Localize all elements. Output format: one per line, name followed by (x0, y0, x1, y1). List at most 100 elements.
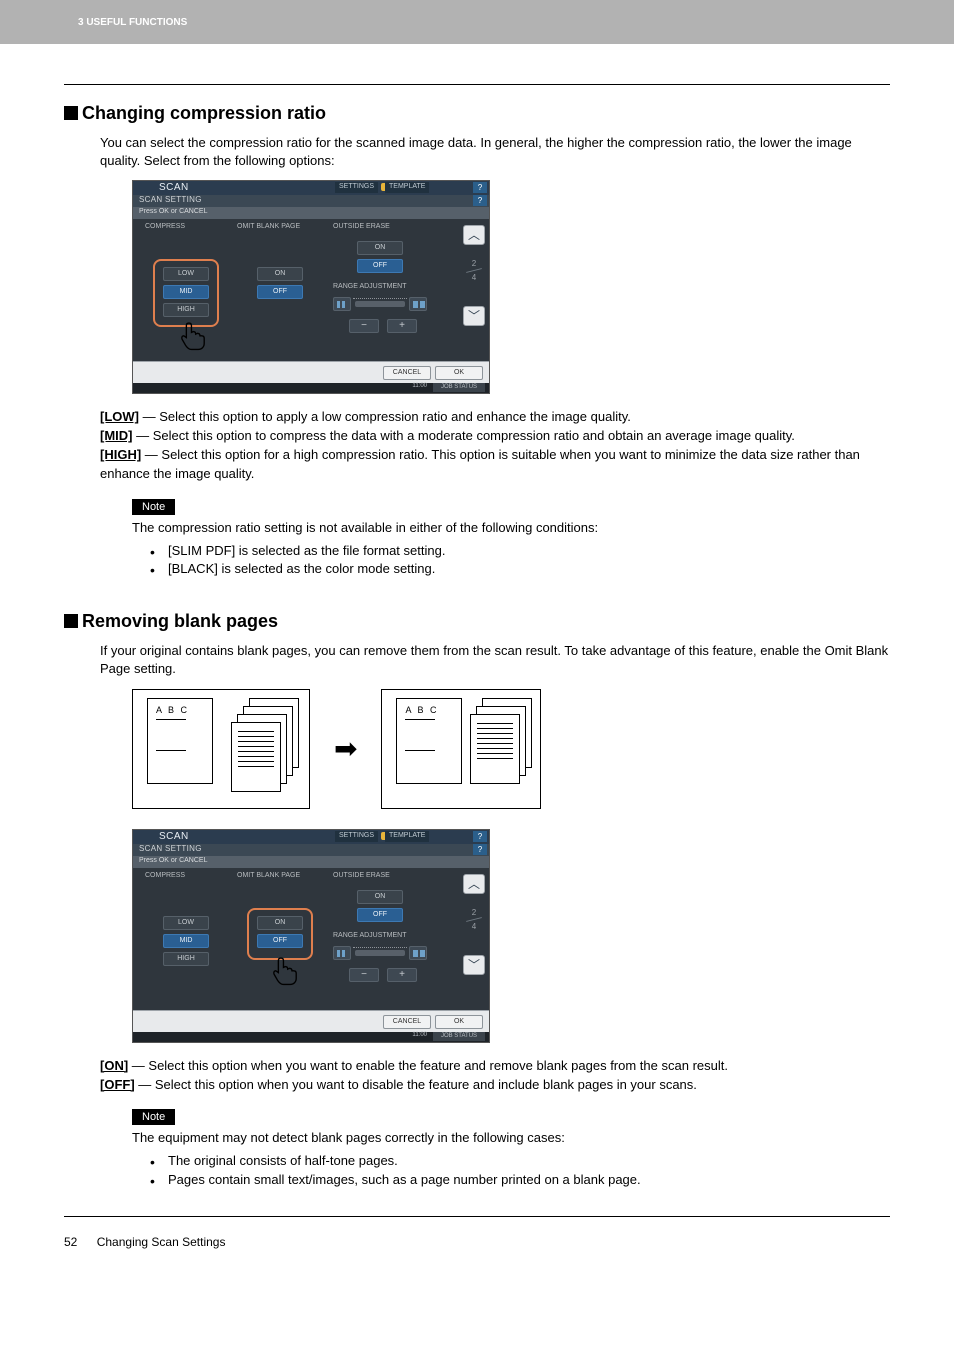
omit-label: OMIT BLANK PAGE (237, 223, 300, 230)
range-wide-icon (409, 297, 427, 311)
range-plus-button[interactable]: + (387, 319, 417, 333)
diagram-abc-page: A B C (147, 698, 213, 784)
on-val: — Select this option when you want to en… (128, 1058, 728, 1073)
range-narrow-icon (333, 297, 351, 311)
high-val: — Select this option for a high compress… (100, 447, 860, 481)
cancel-button[interactable]: CANCEL (383, 1015, 431, 1029)
help-icon[interactable]: ? (473, 195, 487, 206)
panel-body: COMPRESS OMIT BLANK PAGE OUTSIDE ERASE L… (133, 868, 489, 1010)
omit-on-button[interactable]: ON (257, 916, 303, 930)
off-val: — Select this option when you want to di… (135, 1077, 697, 1092)
range-narrow-icon (333, 946, 351, 960)
panel-title: SCAN (159, 182, 189, 193)
omit-off-button[interactable]: OFF (257, 285, 303, 299)
scroll-up-button[interactable]: ︿ (463, 225, 485, 245)
template-button[interactable]: TEMPLATE (385, 182, 429, 193)
diagram-abc-text: A B C (397, 699, 461, 715)
panel-subtitle: SCAN SETTING (139, 195, 202, 204)
arrow-right-icon: ➡ (334, 732, 357, 765)
cancel-button[interactable]: CANCEL (383, 366, 431, 380)
scroll-page-bottom: 4 (463, 922, 485, 931)
scroll-page-bottom: 4 (463, 273, 485, 282)
omit-on-button[interactable]: ON (257, 267, 303, 281)
range-adjustment-label: RANGE ADJUSTMENT (333, 932, 407, 939)
square-bullet-icon (64, 614, 78, 628)
compress-mid-button[interactable]: MID (163, 934, 209, 948)
note2-intro: The equipment may not detect blank pages… (132, 1129, 890, 1148)
compress-high-button[interactable]: HIGH (163, 952, 209, 966)
panel-titlebar: SCAN SETTINGS TEMPLATE ? (133, 830, 489, 844)
omit-definitions: [ON] — Select this option when you want … (100, 1057, 890, 1095)
outside-erase-on-button[interactable]: ON (357, 890, 403, 904)
outside-erase-label: OUTSIDE ERASE (333, 872, 390, 879)
compress-high-button[interactable]: HIGH (163, 303, 209, 317)
panel-instruction: Press OK or CANCEL (139, 208, 207, 215)
note1-intro: The compression ratio setting is not ava… (132, 519, 890, 538)
panel-body: COMPRESS OMIT BLANK PAGE OUTSIDE ERASE L… (133, 219, 489, 361)
panel-instruction-bar: Press OK or CANCEL (133, 207, 489, 219)
settings-button[interactable]: SETTINGS (335, 831, 378, 842)
help-icon[interactable]: ? (473, 831, 487, 842)
panel-subtitle-bar: SCAN SETTING ? (133, 844, 489, 856)
mid-val: — Select this option to compress the dat… (133, 428, 795, 443)
chapter-header-bar: 3 USEFUL FUNCTIONS (0, 0, 954, 44)
section2-title: Removing blank pages (82, 611, 278, 631)
high-key: [HIGH] (100, 447, 141, 462)
pointer-hand-icon (269, 952, 303, 988)
note2-list: The original consists of half-tone pages… (150, 1152, 890, 1190)
rule-top (64, 84, 890, 85)
ok-button[interactable]: OK (435, 366, 483, 380)
panel-titlebar: SCAN SETTINGS TEMPLATE ? (133, 181, 489, 195)
outside-erase-off-button[interactable]: OFF (357, 259, 403, 273)
compress-low-button[interactable]: LOW (163, 916, 209, 930)
panel-subtitle-bar: SCAN SETTING ? (133, 195, 489, 207)
outside-erase-on-button[interactable]: ON (357, 241, 403, 255)
on-key: [ON] (100, 1058, 128, 1073)
template-button[interactable]: TEMPLATE (385, 831, 429, 842)
scroll-down-button[interactable]: ﹀ (463, 306, 485, 326)
mid-key: [MID] (100, 428, 133, 443)
range-wide-icon (409, 946, 427, 960)
blank-page-diagram: A B C ➡ A B C (132, 689, 890, 809)
scroll-column: ︿ 2 4 ﹀ (463, 874, 485, 992)
note1-item1: [SLIM PDF] is selected as the file forma… (150, 542, 890, 561)
low-key: [LOW] (100, 409, 139, 424)
range-plus-button[interactable]: + (387, 968, 417, 982)
omit-off-button[interactable]: OFF (257, 934, 303, 948)
compress-mid-button[interactable]: MID (163, 285, 209, 299)
note1-item2: [BLACK] is selected as the color mode se… (150, 560, 890, 579)
job-status-button[interactable]: JOB STATUS (433, 383, 485, 392)
screenshot-panel-2: SCAN SETTINGS TEMPLATE ? SCAN SETTING ? … (132, 829, 890, 1043)
footer-title: Changing Scan Settings (97, 1235, 226, 1249)
settings-button[interactable]: SETTINGS (335, 182, 378, 193)
pointer-hand-icon (177, 317, 211, 353)
panel-footer: CANCEL OK (133, 1010, 489, 1032)
compress-low-button[interactable]: LOW (163, 267, 209, 281)
diagram-stack-after (470, 698, 530, 798)
panel-statusbar: 11:00 JOB STATUS (133, 383, 489, 393)
scroll-up-button[interactable]: ︿ (463, 874, 485, 894)
scroll-page-top: 2 (463, 908, 485, 917)
range-slider[interactable] (355, 950, 405, 956)
note2-item1: The original consists of half-tone pages… (150, 1152, 890, 1171)
square-bullet-icon (64, 106, 78, 120)
section2-heading: Removing blank pages (64, 611, 890, 632)
range-minus-button[interactable]: − (349, 968, 379, 982)
scroll-page-top: 2 (463, 259, 485, 268)
range-slider[interactable] (355, 301, 405, 307)
low-val: — Select this option to apply a low comp… (139, 409, 631, 424)
help-icon[interactable]: ? (473, 844, 487, 855)
outside-erase-off-button[interactable]: OFF (357, 908, 403, 922)
scroll-down-button[interactable]: ﹀ (463, 955, 485, 975)
ok-button[interactable]: OK (435, 1015, 483, 1029)
range-minus-button[interactable]: − (349, 319, 379, 333)
panel-subtitle: SCAN SETTING (139, 844, 202, 853)
help-icon[interactable]: ? (473, 182, 487, 193)
page-number: 52 (64, 1235, 77, 1249)
scan-panel: SCAN SETTINGS TEMPLATE ? SCAN SETTING ? … (132, 829, 490, 1043)
outside-erase-label: OUTSIDE ERASE (333, 223, 390, 230)
job-status-button[interactable]: JOB STATUS (433, 1032, 485, 1041)
note-label-1: Note (132, 499, 175, 515)
omit-label: OMIT BLANK PAGE (237, 872, 300, 879)
rule-bottom (64, 1216, 890, 1217)
